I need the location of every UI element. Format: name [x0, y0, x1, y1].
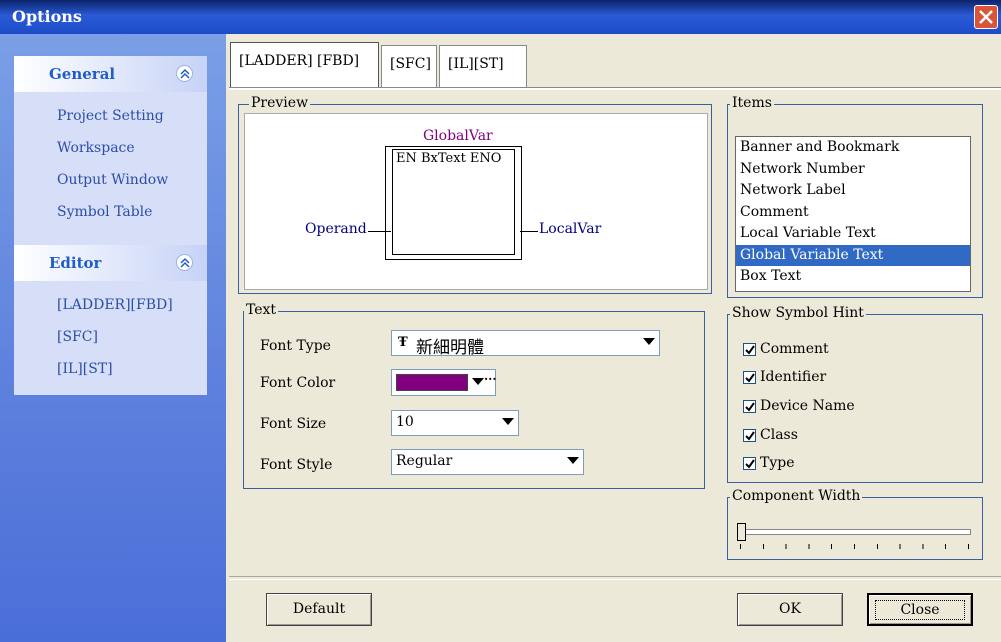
- checkbox-type[interactable]: Type: [743, 453, 795, 473]
- font-color-label: Font Color: [260, 375, 336, 391]
- tab-il-st[interactable]: [IL][ST]: [439, 45, 527, 87]
- tab-sfc[interactable]: [SFC]: [381, 45, 437, 87]
- font-type-label: Font Type: [260, 338, 331, 354]
- chevron-down-icon: [643, 338, 655, 345]
- font-size-select[interactable]: 10: [391, 410, 519, 436]
- list-item[interactable]: Network Label: [736, 180, 970, 202]
- slider-ticks: [740, 544, 970, 549]
- chevron-down-icon[interactable]: [472, 378, 484, 385]
- font-style-label: Font Style: [260, 457, 333, 473]
- close-button[interactable]: Close: [867, 593, 973, 626]
- sidebar-item-output-window[interactable]: Output Window: [57, 164, 207, 196]
- close-window-button[interactable]: [974, 5, 998, 29]
- input-line: [368, 231, 391, 232]
- sidebar-item-workspace[interactable]: Workspace: [57, 132, 207, 164]
- slider-thumb[interactable]: [737, 523, 746, 541]
- more-colors-button[interactable]: ···: [484, 372, 497, 386]
- sidebar-item-sfc[interactable]: [SFC]: [57, 321, 207, 353]
- checkbox-label: Identifier: [760, 369, 827, 385]
- preview-title: Preview: [249, 95, 311, 111]
- font-style-value: Regular: [396, 453, 453, 469]
- list-item[interactable]: Local Variable Text: [736, 223, 970, 245]
- font-type-value: 新細明體: [416, 338, 484, 358]
- general-group-header[interactable]: General: [14, 56, 207, 92]
- checkbox-icon[interactable]: [743, 342, 756, 356]
- sidebar-item-project-setting[interactable]: Project Setting: [57, 100, 207, 132]
- tab-ladder-fbd[interactable]: [LADDER] [FBD]: [230, 42, 379, 87]
- checkbox-device-name[interactable]: Device Name: [743, 396, 855, 416]
- checkbox-identifier[interactable]: Identifier: [743, 367, 826, 387]
- truetype-icon: Ŧ: [398, 335, 408, 350]
- output-line: [520, 231, 538, 232]
- items-panel-title: Items: [730, 95, 774, 111]
- sidebar-item-il-st[interactable]: [IL][ST]: [57, 353, 207, 385]
- general-group-title: General: [49, 65, 116, 83]
- checkbox-icon[interactable]: [743, 370, 756, 384]
- slider-track[interactable]: [737, 529, 971, 535]
- footer-divider: [229, 576, 1001, 580]
- close-icon: [979, 10, 993, 24]
- collapse-icon[interactable]: [176, 254, 193, 271]
- list-item[interactable]: Network Number: [736, 159, 970, 181]
- checkbox-icon[interactable]: [743, 456, 756, 470]
- operand-label: Operand: [305, 221, 367, 237]
- checkbox-label: Device Name: [760, 398, 855, 414]
- box-text-label: EN BxText ENO: [396, 151, 502, 166]
- checkbox-comment[interactable]: Comment: [743, 339, 829, 359]
- checkbox-icon[interactable]: [743, 399, 756, 413]
- title-bar: Options: [0, 0, 1001, 34]
- ok-button[interactable]: OK: [737, 593, 843, 626]
- component-width-title: Component Width: [730, 488, 863, 504]
- font-size-label: Font Size: [260, 416, 327, 432]
- font-size-value: 10: [396, 414, 414, 430]
- items-listbox[interactable]: Banner and Bookmark Network Number Netwo…: [735, 136, 971, 292]
- color-swatch: [396, 374, 468, 391]
- checkbox-label: Class: [760, 427, 798, 443]
- text-panel-title: Text: [244, 302, 279, 318]
- checkbox-label: Comment: [760, 341, 829, 357]
- list-item[interactable]: Comment: [736, 202, 970, 224]
- preview-canvas: GlobalVar EN BxText ENO Operand LocalVar: [244, 113, 708, 290]
- checkbox-icon[interactable]: [743, 428, 756, 442]
- editor-group-title: Editor: [49, 254, 102, 272]
- collapse-icon[interactable]: [176, 65, 193, 82]
- list-item-selected[interactable]: Global Variable Text: [736, 244, 970, 266]
- list-item[interactable]: Box Text: [736, 266, 970, 288]
- chevron-down-icon: [502, 418, 514, 425]
- task-pane: General Project Setting Workspace Output…: [0, 34, 226, 642]
- checkbox-class[interactable]: Class: [743, 425, 798, 445]
- editor-group-header[interactable]: Editor: [14, 245, 207, 281]
- chevron-down-icon: [567, 457, 579, 464]
- font-type-select[interactable]: Ŧ 新細明體: [391, 330, 660, 358]
- font-style-select[interactable]: Regular: [391, 449, 584, 475]
- local-var-label: LocalVar: [539, 221, 602, 237]
- window-title: Options: [12, 7, 82, 26]
- list-item[interactable]: Banner and Bookmark: [736, 137, 970, 159]
- function-block: EN BxText ENO: [385, 146, 522, 260]
- tab-underline: [229, 87, 1001, 90]
- default-button[interactable]: Default: [266, 593, 372, 626]
- editor-group: Editor [LADDER][FBD] [SFC] [IL][ST]: [14, 245, 207, 395]
- checkbox-label: Type: [760, 455, 795, 471]
- sidebar-item-ladder-fbd[interactable]: [LADDER][FBD]: [57, 289, 207, 321]
- close-button-label: Close: [875, 600, 965, 620]
- global-var-label: GlobalVar: [423, 128, 493, 144]
- sidebar-item-symbol-table[interactable]: Symbol Table: [57, 196, 207, 228]
- general-group: General Project Setting Workspace Output…: [14, 56, 207, 248]
- symbol-hint-title: Show Symbol Hint: [730, 305, 866, 321]
- font-color-picker[interactable]: ···: [391, 369, 497, 396]
